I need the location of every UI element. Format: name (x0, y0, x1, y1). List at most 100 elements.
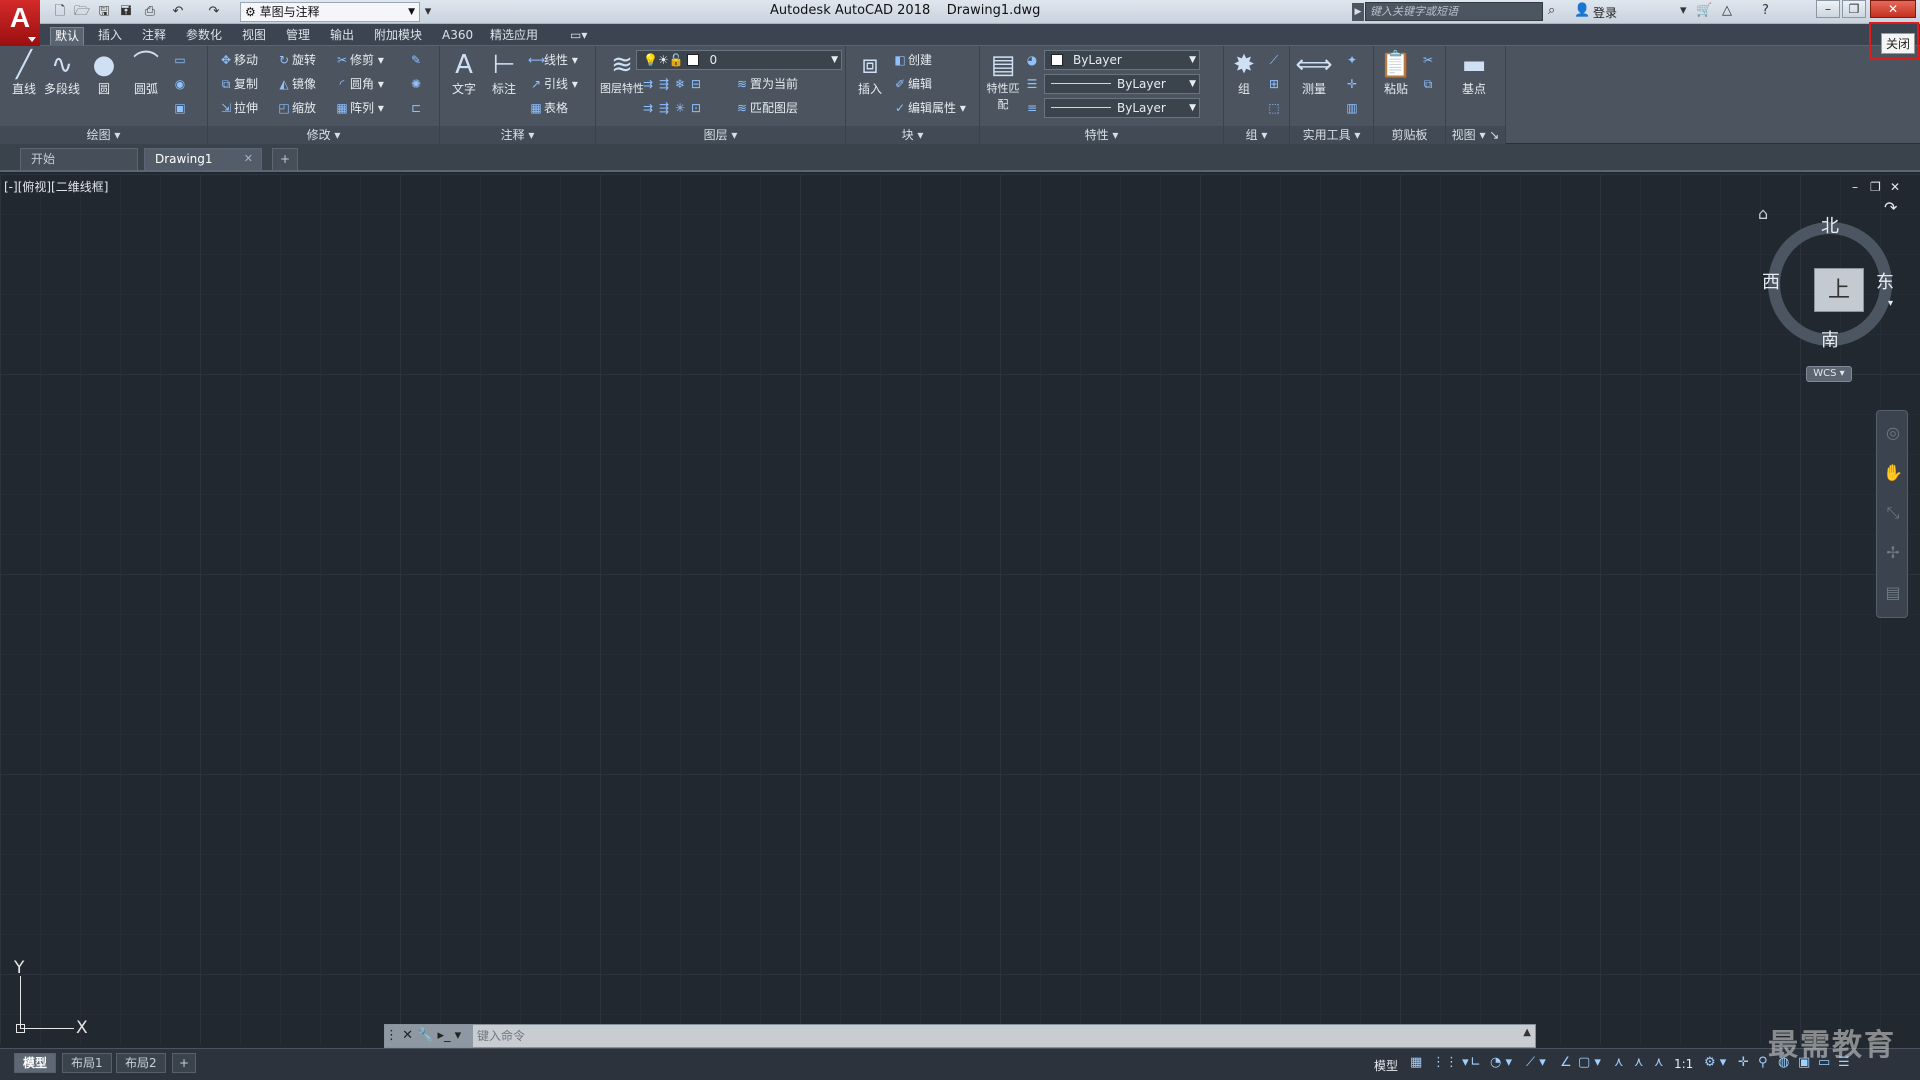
save-as-icon[interactable]: 🖬 (116, 3, 136, 21)
create-block-tool[interactable]: ◧ 创建 (892, 50, 932, 70)
edit-attributes-tool[interactable]: ✓ 编辑属性 ▾ (892, 98, 966, 118)
move-tool[interactable]: ✥ 移动 (218, 50, 258, 70)
units-icon[interactable]: ⚲ (1758, 1055, 1768, 1070)
viewport-minimize-icon[interactable]: – (1852, 180, 1858, 194)
home-icon[interactable]: ⌂ (1758, 204, 1768, 223)
help-icon[interactable]: ? (1762, 3, 1769, 18)
layer-tools-row2[interactable]: ⇉ ⇶ ✳ ⊡ (640, 98, 704, 118)
panel-layers-title[interactable]: 图层 ▾ (596, 126, 845, 144)
polar-icon[interactable]: ◔ ▾ (1490, 1055, 1512, 1070)
app-logo-icon[interactable]: A (0, 0, 40, 46)
close-tab-icon[interactable]: ✕ (244, 149, 253, 169)
panel-draw-title[interactable]: 绘图 ▾ (0, 126, 207, 144)
orbit-icon[interactable]: ✢ (1883, 543, 1903, 562)
tab-default[interactable]: 默认 (50, 27, 85, 45)
arc-tool[interactable]: ⌒ 圆弧 (126, 50, 166, 97)
linear-tool[interactable]: ⟷线性 ▾ (528, 50, 578, 70)
qat-menu-icon[interactable]: ▾ (418, 3, 438, 21)
tab-addins[interactable]: 附加模块 (370, 27, 426, 45)
search-input[interactable]: 键入关键字或短语 (1365, 2, 1543, 21)
annotation-visibility-icon[interactable]: ⋏ (1614, 1055, 1624, 1070)
rotate-tool[interactable]: ↻ 旋转 (276, 50, 316, 70)
login-link[interactable]: 登录 (1593, 4, 1617, 21)
panel-block-title[interactable]: 块 ▾ (846, 126, 979, 144)
tab-insert[interactable]: 插入 (94, 27, 126, 45)
tab-parametric[interactable]: 参数化 (182, 27, 226, 45)
zoom-icon[interactable]: ⤡ (1883, 503, 1903, 523)
user-icon[interactable]: 👤 (1574, 3, 1590, 18)
workspace-switch-icon[interactable]: ⚙ ▾ (1704, 1055, 1726, 1070)
rectangle-tool[interactable]: ▭ (172, 50, 188, 70)
tab-annotate[interactable]: 注释 (138, 27, 170, 45)
copy-tool[interactable]: ⧉ 复制 (218, 74, 258, 94)
tab-manage[interactable]: 管理 (282, 27, 314, 45)
panel-groups-title[interactable]: 组 ▾ (1224, 126, 1289, 144)
command-history-icon[interactable]: ▲ (1523, 1027, 1531, 1038)
auto-scale-icon[interactable]: ⋏ (1634, 1055, 1644, 1070)
layer-tools-row1[interactable]: ⇉ ⇶ ❄ ⊟ (640, 74, 704, 94)
dimension-tool[interactable]: ⊢ 标注 (484, 50, 524, 97)
offset-tool[interactable]: ⊏ (408, 98, 424, 118)
autodesk-icon[interactable]: △ (1722, 3, 1732, 18)
compass-east[interactable]: 东 (1876, 268, 1894, 294)
dropdown-icon[interactable]: ▾ (1680, 3, 1687, 18)
insert-tool[interactable]: ⧈ 插入 (850, 50, 890, 97)
ortho-icon[interactable]: ∟ (1470, 1055, 1481, 1070)
object-snap-tracking-icon[interactable]: ∠ (1560, 1055, 1572, 1070)
layer-dropdown[interactable]: 💡☀🔓 0 ▼ (636, 50, 842, 70)
array-tool[interactable]: ▦ 阵列 ▾ (334, 98, 384, 118)
restore-button[interactable]: ❐ (1842, 0, 1866, 18)
close-icon[interactable]: ✕ (402, 1028, 417, 1043)
layout-tab-model[interactable]: 模型 (14, 1053, 57, 1073)
undo-icon[interactable]: ↶ (168, 3, 188, 21)
lineweight-dropdown[interactable]: ByLayer ▼ (1044, 98, 1200, 118)
rotate-view-icon[interactable]: ↷ (1884, 198, 1897, 217)
snap-icon[interactable]: ⋮⋮ ▾ (1432, 1055, 1469, 1070)
viewport-restore-icon[interactable]: ❐ (1870, 180, 1881, 194)
new-icon[interactable]: 🗋 (50, 3, 70, 21)
binoculars-icon[interactable]: ⌕ (1548, 3, 1555, 18)
command-prompt-icon[interactable]: ▸_ ▾ (438, 1028, 462, 1043)
mirror-tool[interactable]: ◭ 镜像 (276, 74, 316, 94)
edit-block-tool[interactable]: ✐ 编辑 (892, 74, 932, 94)
calculator-tool[interactable]: ▥ (1344, 98, 1360, 118)
leader-tool[interactable]: ↗ 引线 ▾ (528, 74, 578, 94)
scale-tool[interactable]: ◰ 缩放 (276, 98, 316, 118)
line-tool[interactable]: ╱ 直线 (4, 50, 44, 97)
text-tool[interactable]: A 文字 (444, 50, 484, 97)
table-tool[interactable]: ▦ 表格 (528, 98, 568, 118)
annotation-monitor-icon[interactable]: ✛ (1738, 1055, 1749, 1070)
pan-icon[interactable]: ✋ (1883, 463, 1903, 482)
showmotion-icon[interactable]: ▤ (1883, 583, 1903, 602)
annotation-scale-icon[interactable]: ⋏ (1654, 1055, 1664, 1070)
linetype-dropdown[interactable]: ByLayer ▼ (1044, 74, 1200, 94)
measure-tool[interactable]: ⟺ 测量 (1294, 50, 1334, 97)
base-view-tool[interactable]: ▬ 基点 (1454, 50, 1494, 97)
compass-west[interactable]: 西 (1762, 268, 1780, 294)
model-space-toggle[interactable]: 模型 (1374, 1057, 1398, 1074)
ribbon-toggle-icon[interactable]: ▭▾ (566, 27, 591, 45)
compass-north[interactable]: 北 (1821, 212, 1839, 238)
close-button[interactable]: ✕ (1870, 0, 1916, 18)
new-tab-button[interactable]: + (272, 148, 298, 170)
layout-tab-1[interactable]: 布局1 (62, 1053, 112, 1073)
viewport-controls-label[interactable]: [-][俯视][二维线框] (4, 178, 108, 195)
set-current-tool[interactable]: ≋ 置为当前 (734, 74, 798, 94)
stretch-tool[interactable]: ⇲ 拉伸 (218, 98, 258, 118)
view-cube-face[interactable]: 上 (1814, 268, 1864, 312)
ungroup-tool[interactable]: ⟋ (1266, 50, 1282, 70)
tab-drawing1[interactable]: Drawing1 ✕ (144, 148, 262, 170)
cart-icon[interactable]: 🛒 (1696, 3, 1712, 18)
match-layer-tool[interactable]: ≋ 匹配图层 (734, 98, 798, 118)
grid-icon[interactable]: ▦ (1410, 1055, 1422, 1070)
paste-tool[interactable]: 📋 粘贴 (1376, 50, 1416, 97)
minimize-button[interactable]: – (1816, 0, 1840, 18)
panel-modify-title[interactable]: 修改 ▾ (208, 126, 439, 144)
object-snap-icon[interactable]: ▢ ▾ (1578, 1055, 1601, 1070)
workspace-dropdown[interactable]: ⚙ 草图与注释 ▼ (240, 2, 420, 22)
viewport-close-icon[interactable]: ✕ (1890, 180, 1900, 194)
boundary-tool[interactable]: ▣ (172, 98, 188, 118)
drawing-canvas[interactable]: [-][俯视][二维线框] – ❐ ✕ ⌂ 上 北 南 东 西 ↷ ▾ WCS … (0, 174, 1920, 1044)
command-input[interactable]: 键入命令 (477, 1025, 525, 1047)
tab-output[interactable]: 输出 (326, 27, 358, 45)
